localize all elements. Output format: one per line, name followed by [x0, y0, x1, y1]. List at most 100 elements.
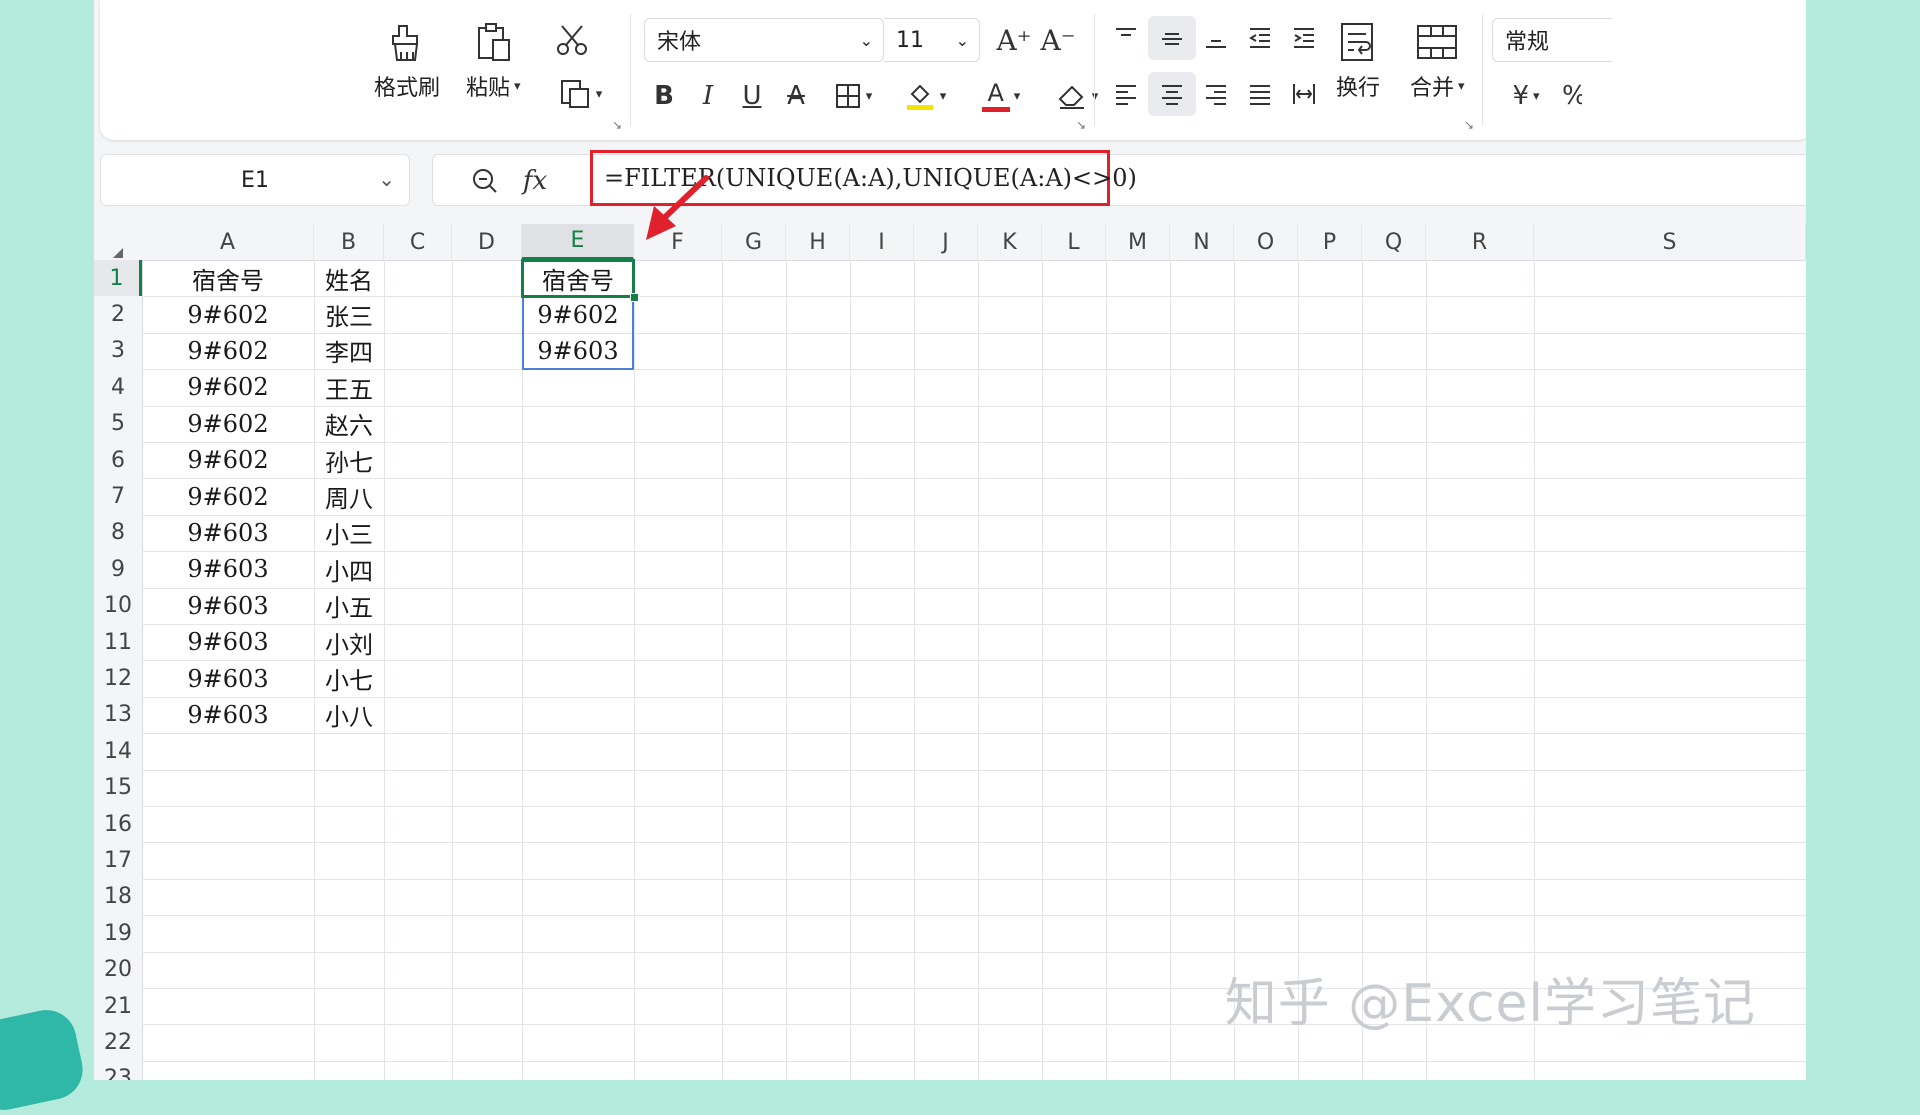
row-header-7[interactable]: 7	[94, 478, 142, 514]
italic-button[interactable]: I	[690, 76, 726, 116]
row-header-14[interactable]: 14	[94, 733, 142, 769]
row-header-11[interactable]: 11	[94, 624, 142, 660]
scissors-icon[interactable]	[554, 20, 590, 60]
dialog-launcher-icon[interactable]: ↘	[612, 118, 622, 132]
cell-b10[interactable]: 小五	[314, 588, 384, 624]
column-header-b[interactable]: B	[314, 224, 384, 260]
column-header-j[interactable]: J	[914, 224, 978, 260]
formula-text[interactable]: =FILTER(UNIQUE(A:A),UNIQUE(A:A)<>0)	[604, 164, 1137, 192]
font-name-select[interactable]: 宋体 ⌄	[644, 18, 884, 62]
underline-button[interactable]: U	[734, 76, 770, 116]
font-size-select[interactable]: 11 ⌄	[884, 18, 980, 62]
cell-a7[interactable]: 9#602	[142, 478, 314, 514]
row-header-22[interactable]: 22	[94, 1024, 142, 1060]
column-header-q[interactable]: Q	[1362, 224, 1426, 260]
copy-icon[interactable]: ▾	[552, 74, 608, 114]
cell-b6[interactable]: 孙七	[314, 442, 384, 478]
cell-a8[interactable]: 9#603	[142, 515, 314, 551]
row-header-6[interactable]: 6	[94, 442, 142, 478]
row-header-12[interactable]: 12	[94, 660, 142, 696]
column-header-d[interactable]: D	[452, 224, 522, 260]
row-header-5[interactable]: 5	[94, 406, 142, 442]
increase-font-icon[interactable]: A⁺	[994, 20, 1034, 60]
cell-a1[interactable]: 宿舍号	[142, 260, 314, 296]
row-header-4[interactable]: 4	[94, 369, 142, 405]
format-painter-button[interactable]: 格式刷	[374, 20, 440, 102]
align-left-icon[interactable]	[1106, 74, 1146, 114]
dialog-launcher-icon[interactable]: ↘	[1464, 118, 1474, 132]
cell-a5[interactable]: 9#602	[142, 406, 314, 442]
cell-a11[interactable]: 9#603	[142, 624, 314, 660]
justify-icon[interactable]	[1240, 74, 1280, 114]
percent-button[interactable]: %	[1562, 76, 1582, 116]
zoom-icon[interactable]	[467, 163, 503, 199]
select-all-corner[interactable]	[94, 224, 142, 260]
align-top-icon[interactable]	[1106, 18, 1146, 58]
wrap-text-button[interactable]: 换行	[1336, 20, 1380, 102]
column-header-n[interactable]: N	[1170, 224, 1234, 260]
cell-b5[interactable]: 赵六	[314, 406, 384, 442]
row-header-8[interactable]: 8	[94, 515, 142, 551]
column-header-g[interactable]: G	[722, 224, 786, 260]
row-header-20[interactable]: 20	[94, 952, 142, 988]
strikethrough-button[interactable]: A	[778, 76, 814, 116]
align-center-icon[interactable]	[1152, 74, 1192, 114]
column-header-k[interactable]: K	[978, 224, 1042, 260]
active-cell-border[interactable]	[521, 259, 635, 298]
row-header-21[interactable]: 21	[94, 988, 142, 1024]
font-color-button[interactable]: A ▾	[970, 76, 1032, 116]
bold-button[interactable]: B	[646, 76, 682, 116]
cell-b3[interactable]: 李四	[314, 333, 384, 369]
cell-a10[interactable]: 9#603	[142, 588, 314, 624]
column-header-h[interactable]: H	[786, 224, 850, 260]
column-header-l[interactable]: L	[1042, 224, 1106, 260]
column-header-a[interactable]: A	[142, 224, 314, 260]
paste-button[interactable]: 粘贴 ▾	[466, 20, 521, 102]
fill-color-button[interactable]: ▾	[894, 76, 956, 116]
cell-b13[interactable]: 小八	[314, 697, 384, 733]
currency-button[interactable]: ¥ ▾	[1498, 76, 1554, 116]
column-header-c[interactable]: C	[384, 224, 452, 260]
row-header-23[interactable]: 23	[94, 1061, 142, 1080]
align-bottom-icon[interactable]	[1196, 18, 1236, 58]
row-header-15[interactable]: 15	[94, 770, 142, 806]
cell-b1[interactable]: 姓名	[314, 260, 384, 296]
column-header-s[interactable]: S	[1534, 224, 1806, 260]
cell-a9[interactable]: 9#603	[142, 551, 314, 587]
increase-indent-icon[interactable]	[1284, 18, 1324, 58]
row-header-9[interactable]: 9	[94, 551, 142, 587]
cell-b4[interactable]: 王五	[314, 369, 384, 405]
cell-a6[interactable]: 9#602	[142, 442, 314, 478]
fill-handle[interactable]	[630, 293, 639, 302]
cell-b2[interactable]: 张三	[314, 296, 384, 332]
column-header-f[interactable]: F	[634, 224, 722, 260]
cell-a13[interactable]: 9#603	[142, 697, 314, 733]
chevron-down-icon[interactable]: ⌄	[378, 167, 395, 191]
row-header-2[interactable]: 2	[94, 296, 142, 332]
cell-a3[interactable]: 9#602	[142, 333, 314, 369]
decrease-font-icon[interactable]: A⁻	[1038, 20, 1078, 60]
row-header-16[interactable]: 16	[94, 806, 142, 842]
cell-b7[interactable]: 周八	[314, 478, 384, 514]
row-header-3[interactable]: 3	[94, 333, 142, 369]
column-header-m[interactable]: M	[1106, 224, 1170, 260]
row-header-13[interactable]: 13	[94, 697, 142, 733]
distribute-icon[interactable]	[1284, 74, 1324, 114]
column-header-i[interactable]: I	[850, 224, 914, 260]
cell-b11[interactable]: 小刘	[314, 624, 384, 660]
cell-b9[interactable]: 小四	[314, 551, 384, 587]
borders-button[interactable]: ▾	[824, 76, 882, 116]
cell-b12[interactable]: 小七	[314, 660, 384, 696]
fx-icon[interactable]: fx	[515, 163, 555, 199]
column-header-o[interactable]: O	[1234, 224, 1298, 260]
align-middle-icon[interactable]	[1152, 18, 1192, 58]
cell-a12[interactable]: 9#603	[142, 660, 314, 696]
name-box[interactable]: E1 ⌄	[100, 154, 410, 206]
column-header-e[interactable]: E	[522, 224, 634, 260]
number-format-select[interactable]: 常规	[1492, 18, 1612, 62]
clear-format-button[interactable]: ▾	[1046, 76, 1108, 116]
cell-a4[interactable]: 9#602	[142, 369, 314, 405]
align-right-icon[interactable]	[1196, 74, 1236, 114]
cell-b8[interactable]: 小三	[314, 515, 384, 551]
column-header-p[interactable]: P	[1298, 224, 1362, 260]
